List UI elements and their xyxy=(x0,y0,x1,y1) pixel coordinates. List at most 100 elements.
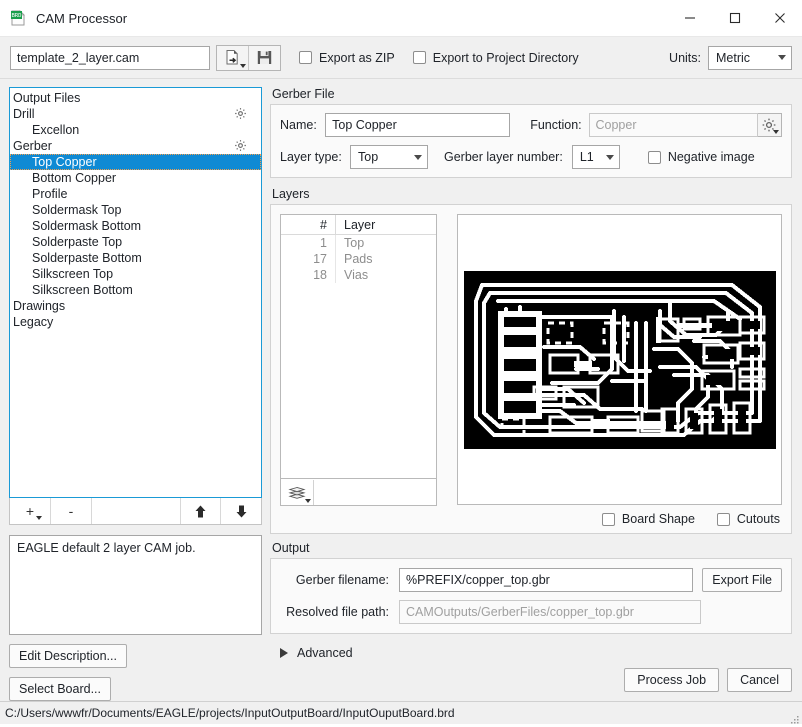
layers-table-toolbar xyxy=(280,479,437,506)
main-content: Output Files Drill Excellon Gerber Top Coppe… xyxy=(0,79,802,701)
tree-toolbar-spacer xyxy=(92,498,181,524)
cutouts-row[interactable]: Cutouts xyxy=(716,512,780,526)
tree-item-gerber[interactable]: Gerber xyxy=(10,138,261,154)
layers-preview-row: # Layer 1 Top 17 Pads 18 Vias Board Shap… xyxy=(280,214,782,526)
svg-text:BRD: BRD xyxy=(11,13,22,19)
layer-number: 18 xyxy=(313,268,327,282)
remove-output-button[interactable]: - xyxy=(51,498,92,524)
negative-image-label: Negative image xyxy=(667,150,755,164)
layers-column: # Layer 1 Top 17 Pads 18 Vias xyxy=(280,214,437,526)
minimize-button[interactable] xyxy=(667,0,712,36)
tree-item-legacy[interactable]: Legacy xyxy=(10,314,261,330)
window-controls xyxy=(667,0,802,36)
gerber-filename-input[interactable] xyxy=(399,568,694,592)
cutouts-label: Cutouts xyxy=(736,512,780,526)
chevron-down-icon xyxy=(240,63,246,68)
tree-item-label: Soldermask Bottom xyxy=(32,219,142,233)
cam-file-actions xyxy=(216,44,281,71)
resolved-path-row: Resolved file path: xyxy=(280,600,782,624)
tree-item-solderpaste-bottom[interactable]: Solderpaste Bottom xyxy=(10,250,261,266)
tree-item-drill[interactable]: Drill xyxy=(10,106,261,122)
output-group: Output Gerber filename: Export File Reso… xyxy=(270,541,792,634)
cam-processor-window: BRD CAM Processor template_2_layer.cam E… xyxy=(0,0,802,724)
tree-item-label: Solderpaste Top xyxy=(32,235,123,249)
open-file-icon[interactable] xyxy=(217,45,248,70)
tree-node-list: Output Files Drill Excellon Gerber Top Coppe… xyxy=(10,90,261,330)
tree-item-drawings[interactable]: Drawings xyxy=(10,298,261,314)
gerber-name-row: Name: Function: xyxy=(280,113,782,137)
tree-item-label: Legacy xyxy=(13,315,54,329)
layers-table-row[interactable]: 17 Pads xyxy=(281,251,436,267)
pcb-artwork xyxy=(463,270,776,449)
tree-item-output-files[interactable]: Output Files xyxy=(10,90,261,106)
maximize-button[interactable] xyxy=(712,0,757,36)
cancel-button[interactable]: Cancel xyxy=(727,668,792,692)
tree-item-label: Drill xyxy=(13,107,35,121)
function-label: Function: xyxy=(530,118,582,132)
negative-image-checkbox[interactable] xyxy=(647,150,661,164)
layers-group: Layers # Layer 1 Top 17 Pads 18 Vias Boa… xyxy=(270,187,792,534)
tree-item-solderpaste-top[interactable]: Solderpaste Top xyxy=(10,234,261,250)
export-as-zip-checkbox[interactable] xyxy=(299,51,312,64)
pcb-preview[interactable] xyxy=(457,214,782,505)
move-up-button[interactable] xyxy=(181,498,221,524)
tree-item-label: Drawings xyxy=(13,299,66,313)
tree-item-bottom-copper[interactable]: Bottom Copper xyxy=(10,170,261,186)
tree-item-label: Silkscreen Top xyxy=(32,267,114,281)
resize-grip[interactable] xyxy=(791,713,799,724)
layer-type-select[interactable]: Top xyxy=(350,145,428,169)
close-button[interactable] xyxy=(757,0,802,36)
gerber-name-input[interactable] xyxy=(325,113,511,137)
tree-item-top-copper[interactable]: Top Copper xyxy=(10,154,261,170)
advanced-expander[interactable]: Advanced xyxy=(270,646,792,660)
title-bar: BRD CAM Processor xyxy=(0,0,802,37)
export-as-zip-row[interactable]: Export as ZIP xyxy=(299,51,395,65)
right-pane: Gerber File Name: Function: xyxy=(262,79,802,701)
gerber-layer-number-label: Gerber layer number: xyxy=(444,150,563,164)
tree-item-profile[interactable]: Profile xyxy=(10,186,261,202)
tree-item-soldermask-bottom[interactable]: Soldermask Bottom xyxy=(10,218,261,234)
tree-item-excellon[interactable]: Excellon xyxy=(10,122,261,138)
chevron-down-icon xyxy=(605,154,614,160)
gerber-function-input[interactable] xyxy=(588,113,758,137)
negative-image-row[interactable]: Negative image xyxy=(647,150,755,164)
gear-icon xyxy=(235,108,246,119)
preview-options: Board Shape Cutouts xyxy=(457,512,782,526)
export-to-project-directory-row[interactable]: Export to Project Directory xyxy=(412,51,579,65)
cam-file-input[interactable] xyxy=(10,45,210,70)
cutouts-checkbox[interactable] xyxy=(716,512,730,526)
gerber-layer-number-select[interactable]: L1 xyxy=(571,145,620,169)
function-gear-icon[interactable] xyxy=(757,113,782,137)
layers-table[interactable]: # Layer 1 Top 17 Pads 18 Vias xyxy=(280,214,437,479)
layers-table-row[interactable]: 18 Vias xyxy=(281,267,436,283)
tree-item-label: Solderpaste Bottom xyxy=(32,251,142,265)
chevron-right-icon xyxy=(280,648,288,658)
tree-item-silkscreen-bottom[interactable]: Silkscreen Bottom xyxy=(10,282,261,298)
board-shape-checkbox[interactable] xyxy=(601,512,615,526)
layers-table-header: # Layer xyxy=(281,215,436,235)
left-pane: Output Files Drill Excellon Gerber Top Coppe… xyxy=(0,79,262,701)
export-to-project-directory-checkbox[interactable] xyxy=(412,51,426,64)
layer-name: Pads xyxy=(335,251,436,267)
units-select[interactable]: Metric xyxy=(708,45,792,70)
tree-item-label: Soldermask Top xyxy=(32,203,122,217)
export-file-button[interactable]: Export File xyxy=(702,568,782,592)
save-floppy-icon[interactable] xyxy=(248,45,280,70)
add-output-button[interactable]: + xyxy=(10,498,51,524)
select-board-button[interactable]: Select Board... xyxy=(9,677,111,701)
edit-description-button[interactable]: Edit Description... xyxy=(9,644,127,668)
move-down-button[interactable] xyxy=(221,498,261,524)
job-description-box[interactable]: EAGLE default 2 layer CAM job. xyxy=(9,535,262,635)
gerber-file-group: Gerber File Name: Function: xyxy=(270,87,792,178)
board-shape-label: Board Shape xyxy=(621,512,695,526)
output-files-tree[interactable]: Output Files Drill Excellon Gerber Top Coppe… xyxy=(9,87,262,498)
layers-table-row[interactable]: 1 Top xyxy=(281,235,436,251)
layers-table-body: 1 Top 17 Pads 18 Vias xyxy=(281,235,436,283)
layers-stack-icon[interactable] xyxy=(281,479,314,505)
layers-col-layer-header: Layer xyxy=(335,215,436,234)
units-value: Metric xyxy=(716,50,751,65)
board-shape-row[interactable]: Board Shape xyxy=(601,512,695,526)
process-job-button[interactable]: Process Job xyxy=(624,668,720,692)
tree-item-silkscreen-top[interactable]: Silkscreen Top xyxy=(10,266,261,282)
tree-item-soldermask-top[interactable]: Soldermask Top xyxy=(10,202,261,218)
